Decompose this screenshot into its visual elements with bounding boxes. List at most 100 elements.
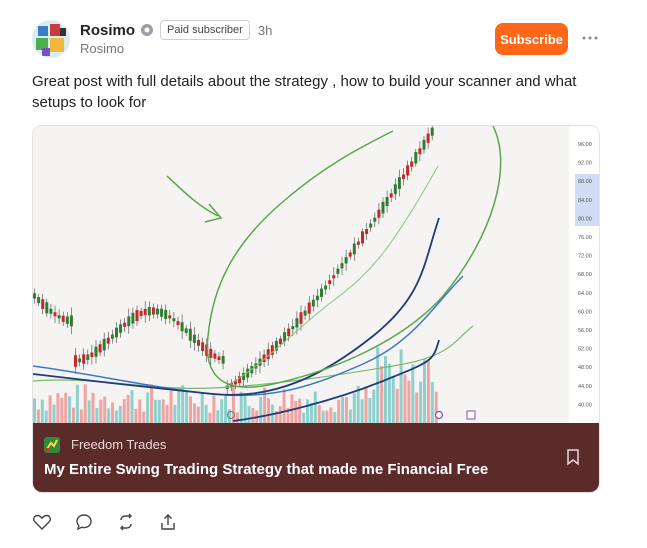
volume-bar [407,380,411,423]
candle-body [324,285,328,290]
link-preview-card[interactable]: 96.00 92.00 88.00 84.00 80.00 76.00 72.00 68.00… [32,125,600,493]
candle-body [373,217,377,222]
volume-bar [391,375,395,423]
candle-body [365,228,369,235]
volume-bar [360,399,364,423]
candle-body [119,324,123,333]
volume-bar [192,403,196,423]
volume-bar [56,393,60,423]
candle-body [389,193,393,198]
volume-bar [36,409,40,423]
volume-bar [333,412,337,423]
candle-body [307,302,311,314]
post-text: Great post with full details about the s… [32,73,577,111]
candle-body [279,338,282,345]
price-axis-label: 84.00 [578,198,592,204]
volume-bar [157,399,161,423]
volume-bar [126,394,130,423]
volume-bar [399,349,403,423]
candle-body [74,355,77,367]
volume-bar [247,406,251,423]
candle-body [102,338,106,351]
candle-body [397,177,401,189]
avatar[interactable] [32,20,70,58]
candle-body [422,139,426,150]
volume-bar [419,381,423,423]
candle-body [344,256,348,264]
subscribe-button[interactable]: Subscribe [495,23,568,55]
candle-body [402,174,405,180]
price-axis-label: 68.00 [578,272,592,278]
volume-bar [122,398,126,423]
card-footer[interactable]: Freedom Trades My Entire Swing Trading S… [33,423,599,492]
volume-bar [169,390,173,423]
volume-bar [403,374,407,423]
author-name[interactable]: Rosimo [80,22,135,39]
candle-body [197,339,200,346]
heart-icon[interactable] [32,512,52,532]
candle-body [406,165,410,176]
volume-bar [130,390,134,423]
candle-body [135,310,139,322]
volume-bar [329,407,333,423]
comment-icon[interactable] [74,512,94,532]
price-axis-label: 80.00 [578,216,592,222]
candle-body [414,151,418,164]
post-time[interactable]: 3h [258,23,272,38]
candle-body [356,241,360,245]
volume-bar [341,396,345,423]
candle-body [320,288,323,297]
more-options-icon[interactable] [580,30,600,46]
candle-body [86,354,90,360]
volume-bar [387,363,391,423]
volume-bar [224,395,228,423]
volume-bar [216,410,220,423]
candle-body [328,280,332,285]
volume-bar [313,391,317,423]
card-title[interactable]: My Entire Swing Trading Strategy that ma… [44,461,488,478]
price-axis-label: 60.00 [578,309,592,315]
volume-bar [114,410,118,423]
volume-bar [376,347,380,423]
restack-icon[interactable] [116,512,136,532]
volume-bar [321,410,325,423]
volume-bar [384,356,387,423]
volume-bar [52,404,56,423]
price-axis-label: 52.00 [578,347,592,353]
candle-body [340,263,344,269]
volume-bar [177,387,181,423]
share-icon[interactable] [158,512,178,532]
candle-body [201,342,205,352]
candle-body [418,148,422,155]
volume-bar [200,392,204,423]
volume-bar [208,412,212,423]
volume-bar [352,393,356,423]
candle-body [299,312,303,324]
candle-body [352,243,356,255]
author-handle[interactable]: Rosimo [80,41,124,56]
price-axis-label: 92.00 [578,161,592,167]
volume-bar [146,392,150,423]
candle-body [311,299,315,307]
price-axis-label: 64.00 [578,291,592,297]
volume-bar [220,399,224,423]
candle-body [192,334,196,343]
post-actions [32,512,178,532]
candle-body [156,308,159,315]
bookmark-icon[interactable] [565,448,581,466]
volume-bar [68,396,72,423]
candle-body [369,223,373,228]
candle-body [45,302,49,314]
volume-bar [368,398,372,423]
volume-bar [259,396,263,423]
candle-body [160,308,164,317]
candle-body [172,318,176,322]
candle-body [377,209,381,218]
volume-bar [267,398,270,423]
candle-body [127,316,131,327]
candle-body [53,312,57,317]
volume-bar [372,389,376,423]
volume-bar [204,404,208,423]
volume-bar [337,399,341,423]
candle-body [110,334,114,339]
